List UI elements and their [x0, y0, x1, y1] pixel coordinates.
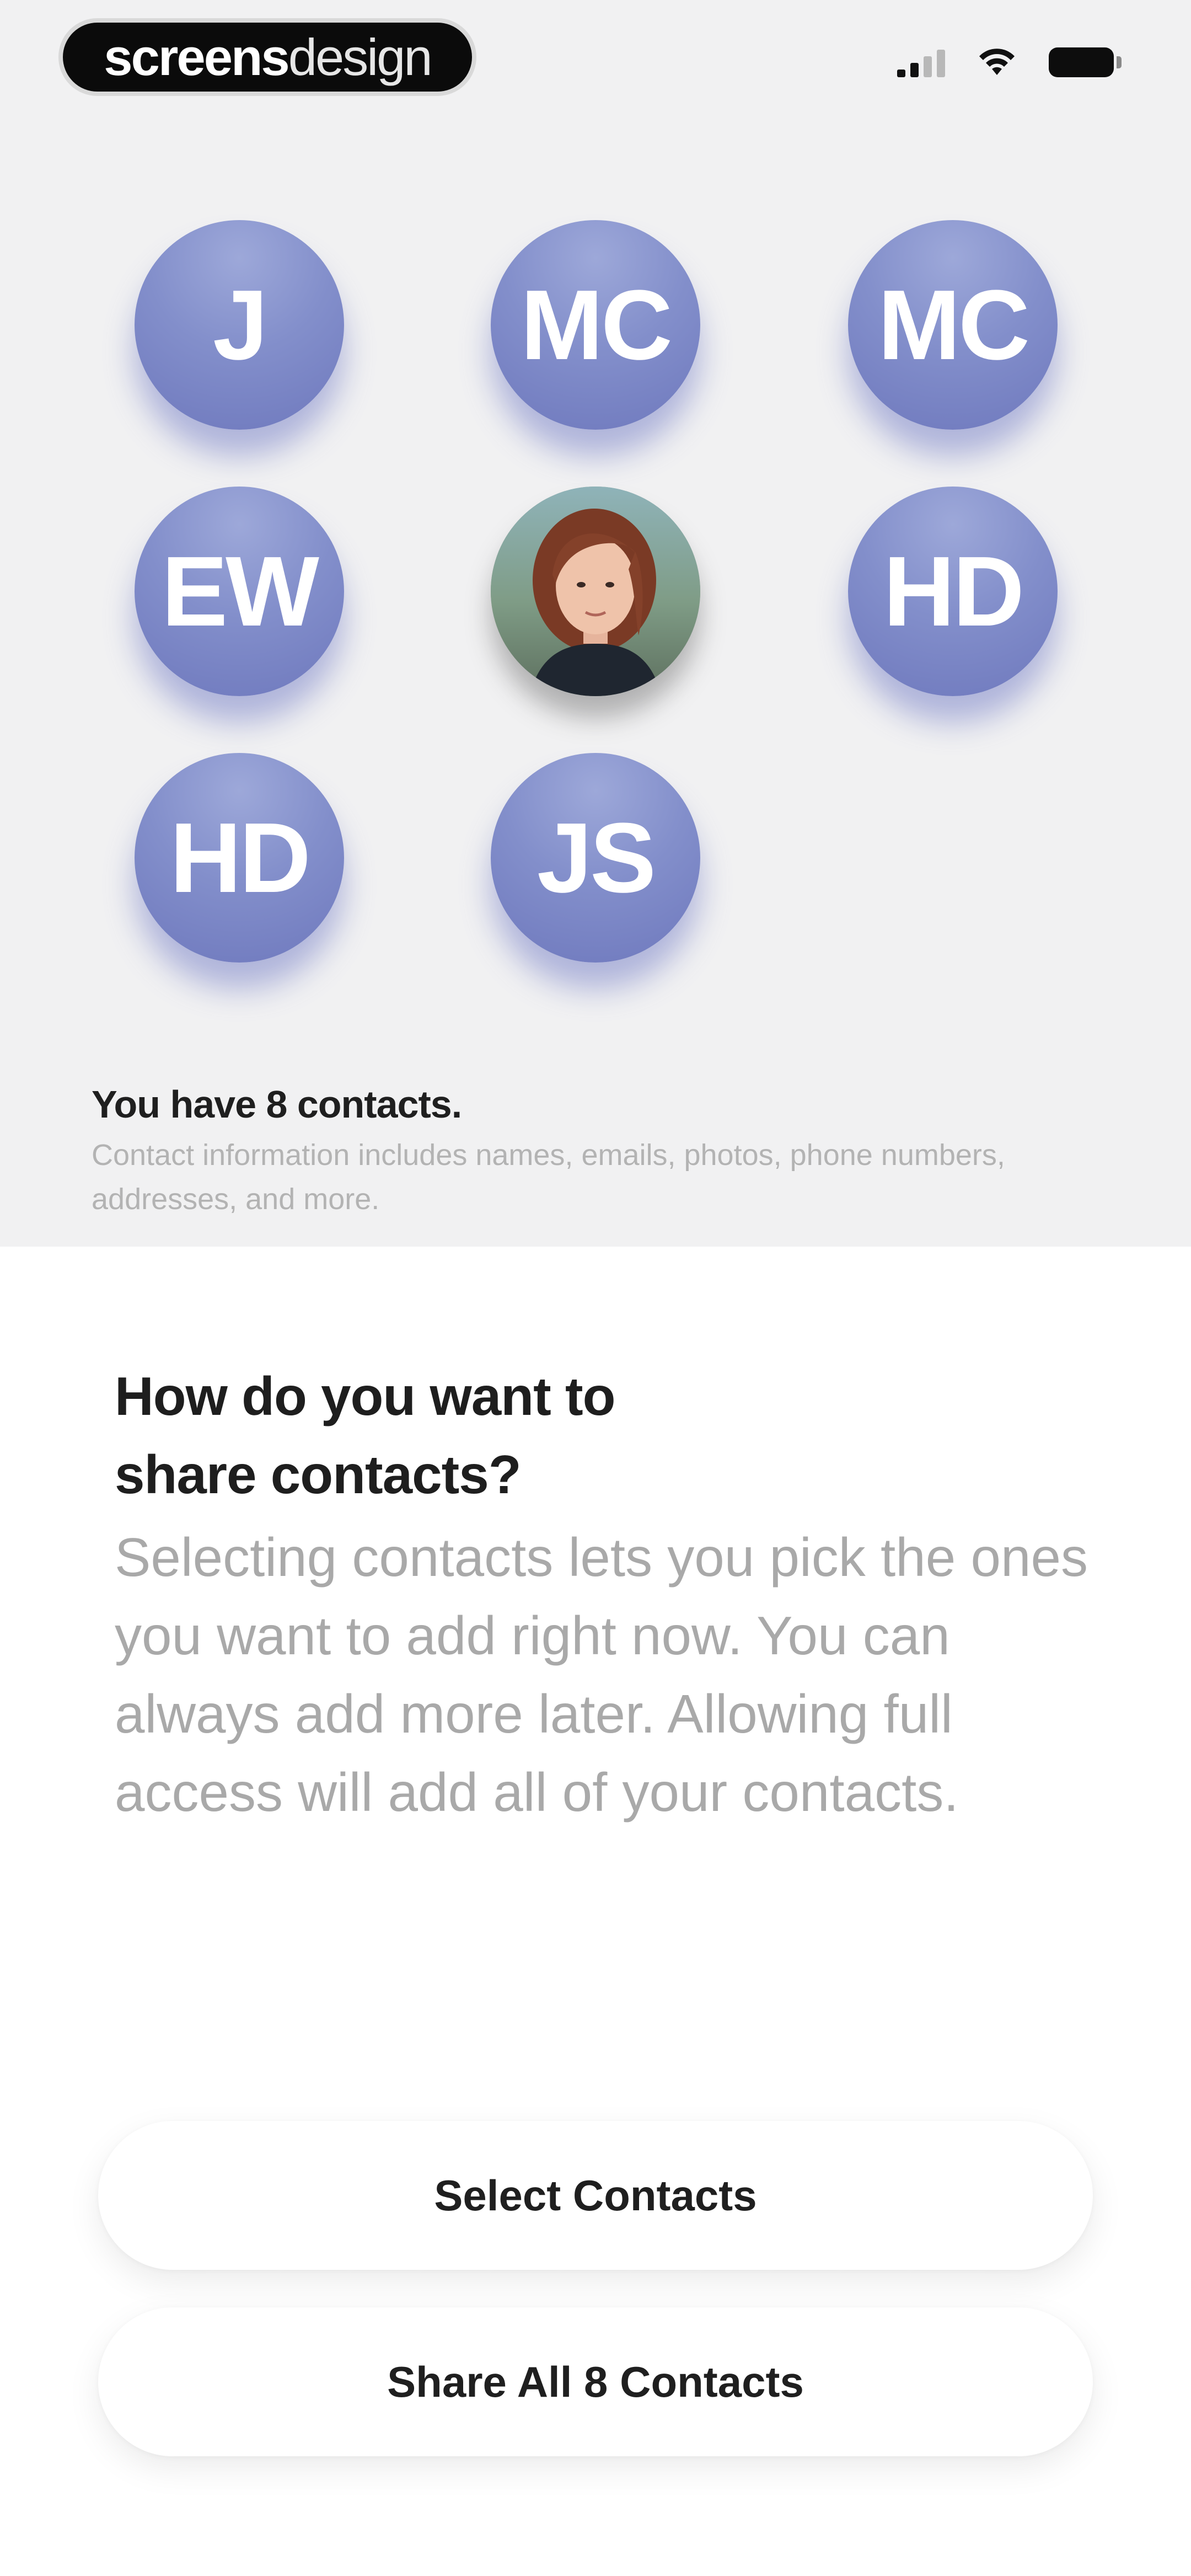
brand-logo: screens design [58, 18, 476, 96]
contacts-info-description: Contact information includes names, emai… [92, 1139, 1005, 1216]
cellular-signal-icon [897, 47, 945, 77]
brand-logo-light: design [288, 28, 433, 86]
contact-avatar: EW [135, 487, 344, 696]
wifi-icon [979, 49, 1015, 75]
contact-avatar: HD [135, 753, 344, 963]
contact-avatar: MC [491, 220, 700, 430]
contact-photo-avatar [491, 487, 700, 696]
share-contacts-heading: How do you want to share contacts? [115, 1357, 831, 1514]
heading-line-1: How do you want to [115, 1366, 615, 1426]
brand-logo-bold: screens [104, 28, 289, 86]
battery-icon [1049, 47, 1122, 77]
heading-line-2: share contacts? [115, 1444, 522, 1505]
contact-avatar: HD [848, 487, 1058, 696]
contact-avatar: MC [848, 220, 1058, 430]
contact-avatar: JS [491, 753, 700, 963]
status-bar [897, 47, 1122, 77]
share-all-contacts-button[interactable]: Share All 8 Contacts [98, 2307, 1093, 2456]
contact-photo-image [491, 487, 700, 696]
contact-avatar: J [135, 220, 344, 430]
select-contacts-button[interactable]: Select Contacts [98, 2121, 1093, 2270]
share-contacts-explanation: Selecting contacts lets you pick the one… [115, 1527, 1088, 1823]
contacts-count-title: You have 8 contacts. [92, 1083, 462, 1126]
contacts-preview-area: screens design J MC MC EW HD HD JS You h… [0, 0, 1191, 1247]
contact-access-screen: screens design J MC MC EW HD HD JS You h… [0, 0, 1191, 2576]
